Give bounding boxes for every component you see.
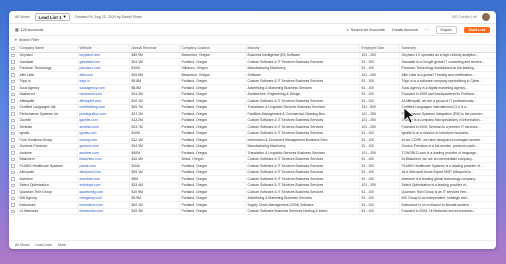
- column-header[interactable]: Annual Revenue: [129, 45, 180, 53]
- more-icon[interactable]: ⋯: [425, 27, 429, 32]
- credits-left: 530 Credits Left: [451, 15, 477, 19]
- footer-bar: All Views Lead Lists More: [9, 240, 496, 249]
- column-header[interactable]: Industry: [245, 45, 360, 53]
- accounts-count: ▦ 120 Accounts: [15, 27, 44, 33]
- footer-all-views[interactable]: All Views: [15, 243, 30, 247]
- summary-cell: Founded in 2006, Lit Networks serves bus…: [399, 208, 496, 215]
- row-checkbox[interactable]: [9, 208, 18, 215]
- table-row[interactable]: Lit Networks litnetworks.com $15.3M Portlan…: [9, 208, 496, 215]
- search-filter-button[interactable]: Search Filter: [19, 38, 39, 42]
- chevron-down-icon: ▾: [63, 14, 66, 19]
- column-header[interactable]: Summary: [399, 45, 496, 53]
- app-window: All Views Lead List 1 ▾ Created Fri, Aug …: [9, 11, 496, 249]
- created-info: Created Fri, Aug 23, 2024 by Daniel Shaw: [74, 15, 142, 19]
- export-button[interactable]: Export: [435, 25, 457, 34]
- create-account-button[interactable]: Create Account: [392, 28, 418, 32]
- website-cell[interactable]: litnetworks.com: [77, 208, 130, 215]
- location-cell: Portland, Oregon: [179, 208, 246, 215]
- filter-icon: ▾: [15, 38, 17, 42]
- select-all-checkbox[interactable]: [9, 45, 18, 53]
- column-header[interactable]: Employee Size: [359, 45, 400, 53]
- all-views-link[interactable]: All Views: [15, 15, 30, 19]
- list-name-label: Lead List 1: [38, 14, 62, 20]
- revenue-cell: $15.3M: [129, 208, 180, 215]
- footer-more[interactable]: More: [58, 243, 66, 247]
- footer-lead-lists[interactable]: Lead Lists: [36, 243, 52, 247]
- company-name-cell: Lit Networks: [17, 208, 78, 215]
- search-accounts-button[interactable]: ⌕ Search for Accounts: [347, 28, 385, 32]
- accounts-label: 120 Accounts: [20, 27, 44, 32]
- table-header-row: Company Name Website Annual Revenue Comp…: [9, 45, 496, 53]
- industry-cell: Custom Software Business Services Hostin…: [245, 208, 360, 215]
- filter-bar: ▾ Search Filter: [9, 36, 496, 45]
- list-name-dropdown[interactable]: Lead List 1 ▾: [34, 13, 70, 21]
- grid-icon: ▦: [15, 28, 19, 32]
- column-header[interactable]: Company Location: [179, 45, 246, 53]
- toolbar: ▦ 120 Accounts ⌕ Search for Accounts Creat…: [9, 24, 496, 36]
- employee-size-cell: 51 - 100: [359, 208, 400, 215]
- search-icon: ⌕: [346, 27, 349, 32]
- column-header[interactable]: Company Name: [17, 45, 78, 53]
- column-header[interactable]: Website: [77, 45, 130, 53]
- accounts-table: Company Name Website Annual Revenue Comp…: [9, 45, 496, 215]
- start-list-button[interactable]: Start List: [463, 26, 490, 33]
- top-bar: All Views Lead List 1 ▾ Created Fri, Aug …: [9, 11, 496, 24]
- search-label: Search for Accounts: [350, 27, 385, 32]
- avatar[interactable]: [482, 13, 490, 21]
- mouse-cursor-icon: [403, 107, 416, 124]
